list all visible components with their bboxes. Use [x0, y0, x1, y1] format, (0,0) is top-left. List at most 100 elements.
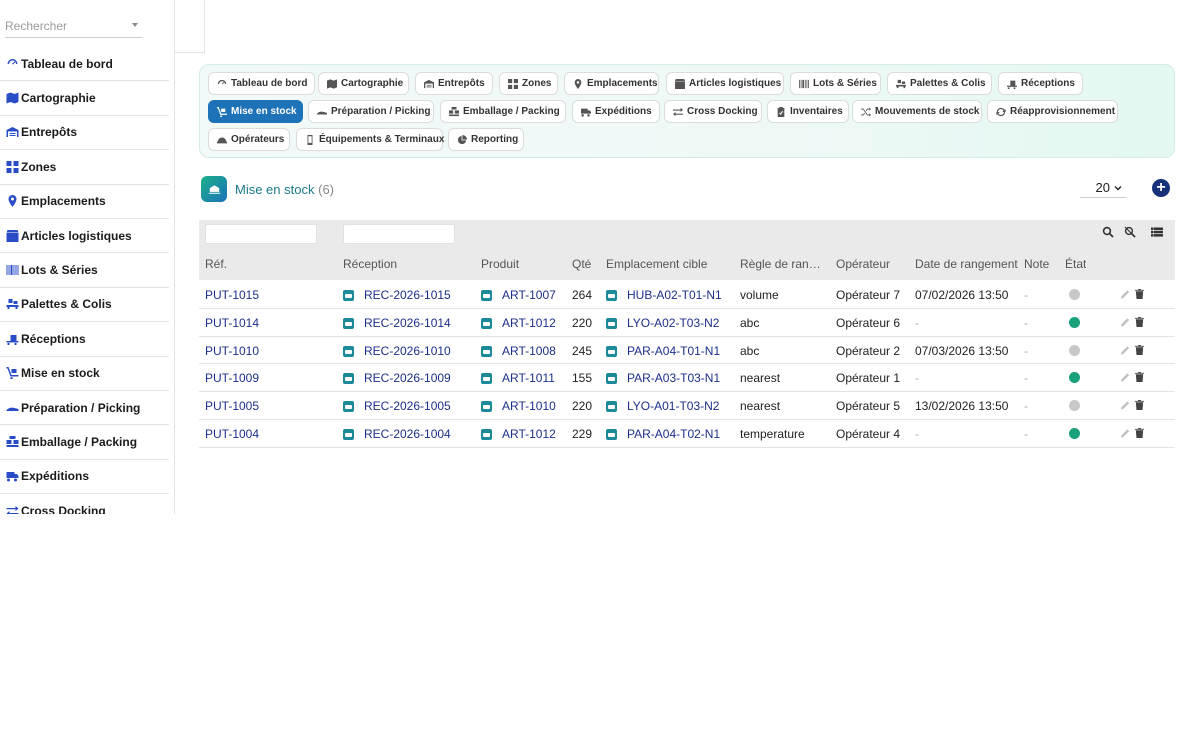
produit-cell[interactable]: ART-1007 [481, 288, 556, 302]
clear-filter-icon[interactable] [1124, 226, 1136, 238]
add-button[interactable]: + [1152, 179, 1170, 197]
ref-link[interactable]: PUT-1004 [205, 427, 259, 441]
edit-icon[interactable] [1120, 427, 1131, 439]
reception-link[interactable]: REC-2026-1015 [364, 288, 451, 302]
emplacement-link[interactable]: PAR-A03-T03-N1 [627, 371, 720, 385]
filter-ref-input[interactable] [205, 224, 317, 244]
col-qte-header[interactable]: Qté [572, 257, 591, 271]
col-note-header[interactable]: Note [1024, 257, 1049, 271]
produit-link[interactable]: ART-1008 [502, 344, 556, 358]
sidebar-item-expeditions[interactable]: Expéditions [0, 460, 169, 495]
produit-link[interactable]: ART-1012 [502, 427, 556, 441]
table-row[interactable]: PUT-1010 REC-2026-1010 ART-1008 245 PAR-A04-… [199, 337, 1175, 365]
sidebar-item-preparation-picking[interactable]: Préparation / Picking [0, 391, 169, 426]
table-row[interactable]: PUT-1009 REC-2026-1009 ART-1011 155 PAR-A03-… [199, 364, 1175, 393]
tab-expeditions[interactable]: Expéditions [572, 100, 660, 123]
tab-equipements-terminaux[interactable]: Équipements & Terminaux [296, 128, 444, 151]
chevron-down-icon[interactable] [132, 23, 138, 27]
emplacement-link[interactable]: LYO-A01-T03-N2 [627, 399, 719, 413]
sidebar-item-lots-series[interactable]: Lots & Séries [0, 253, 169, 288]
tab-cartographie[interactable]: Cartographie [318, 72, 409, 95]
tab-emplacements[interactable]: Emplacements [564, 72, 659, 95]
trash-icon[interactable] [1134, 427, 1145, 439]
trash-icon[interactable] [1134, 371, 1145, 383]
sidebar-search-input[interactable] [5, 15, 125, 37]
search-icon[interactable] [1102, 226, 1114, 238]
reception-link[interactable]: REC-2026-1005 [364, 399, 451, 413]
trash-icon[interactable] [1134, 316, 1145, 328]
reception-cell[interactable]: REC-2026-1015 [343, 288, 451, 302]
edit-icon[interactable] [1120, 344, 1131, 356]
tab-receptions[interactable]: Réceptions [998, 72, 1083, 95]
produit-link[interactable]: ART-1012 [502, 316, 556, 330]
reception-cell[interactable]: REC-2026-1014 [343, 316, 451, 330]
ref-link[interactable]: PUT-1014 [205, 316, 259, 330]
sidebar-search[interactable] [5, 15, 142, 38]
trash-icon[interactable] [1134, 288, 1145, 300]
emplacement-cell[interactable]: LYO-A02-T03-N2 [606, 316, 719, 330]
edit-icon[interactable] [1120, 399, 1131, 411]
col-regle-header[interactable]: Règle de rangement [740, 257, 824, 271]
produit-cell[interactable]: ART-1011 [481, 371, 555, 385]
edit-icon[interactable] [1120, 371, 1131, 383]
table-row[interactable]: PUT-1014 REC-2026-1014 ART-1012 220 LYO-A02-… [199, 309, 1175, 337]
ref-link[interactable]: PUT-1005 [205, 399, 259, 413]
tab-mouvements-de-stock[interactable]: Mouvements de stock [852, 100, 982, 123]
emplacement-link[interactable]: HUB-A02-T01-N1 [627, 288, 722, 302]
ref-link[interactable]: PUT-1010 [205, 344, 259, 358]
tab-articles-logistiques[interactable]: Articles logistiques [666, 72, 784, 95]
tab-cross-docking[interactable]: Cross Docking [664, 100, 762, 123]
tab-reapprovisionnement[interactable]: Réapprovisionnement [987, 100, 1118, 123]
col-reception-header[interactable]: Réception [343, 257, 397, 271]
sidebar-item-emplacements[interactable]: Emplacements [0, 185, 169, 219]
trash-icon[interactable] [1134, 344, 1145, 356]
emplacement-cell[interactable]: HUB-A02-T01-N1 [606, 288, 722, 302]
col-emplacement-header[interactable]: Emplacement cible [606, 257, 707, 271]
emplacement-link[interactable]: PAR-A04-T01-N1 [627, 344, 720, 358]
col-operateur-header[interactable]: Opérateur [836, 257, 890, 271]
list-view-icon[interactable] [1151, 226, 1163, 238]
sidebar-item-cartographie[interactable]: Cartographie [0, 81, 169, 116]
reception-link[interactable]: REC-2026-1014 [364, 316, 451, 330]
col-date-header[interactable]: Date de rangement [915, 257, 1018, 271]
produit-cell[interactable]: ART-1010 [481, 399, 556, 413]
emplacement-link[interactable]: LYO-A02-T03-N2 [627, 316, 719, 330]
edit-icon[interactable] [1120, 316, 1131, 328]
reception-cell[interactable]: REC-2026-1004 [343, 427, 451, 441]
tab-reporting[interactable]: Reporting [448, 128, 524, 151]
ref-link[interactable]: PUT-1015 [205, 288, 259, 302]
table-row[interactable]: PUT-1015 REC-2026-1015 ART-1007 264 HUB-A02-… [199, 281, 1175, 309]
reception-link[interactable]: REC-2026-1010 [364, 344, 451, 358]
sidebar-item-palettes-colis[interactable]: Palettes & Colis [0, 288, 169, 323]
reception-link[interactable]: REC-2026-1009 [364, 371, 451, 385]
col-ref-header[interactable]: Réf. [205, 257, 227, 271]
emplacement-cell[interactable]: LYO-A01-T03-N2 [606, 399, 719, 413]
tab-zones[interactable]: Zones [499, 72, 558, 95]
produit-link[interactable]: ART-1011 [502, 371, 555, 385]
produit-link[interactable]: ART-1010 [502, 399, 556, 413]
filter-reception-input[interactable] [343, 224, 455, 244]
table-row[interactable]: PUT-1005 REC-2026-1005 ART-1010 220 LYO-A01-… [199, 392, 1175, 420]
tab-emballage-packing[interactable]: Emballage / Packing [440, 100, 566, 123]
produit-cell[interactable]: ART-1008 [481, 344, 556, 358]
reception-cell[interactable]: REC-2026-1009 [343, 371, 451, 385]
reception-cell[interactable]: REC-2026-1005 [343, 399, 451, 413]
edit-icon[interactable] [1120, 288, 1131, 300]
sidebar-item-receptions[interactable]: Réceptions [0, 322, 169, 357]
emplacement-link[interactable]: PAR-A04-T02-N1 [627, 427, 720, 441]
sidebar-item-articles-logistiques[interactable]: Articles logistiques [0, 219, 169, 254]
tab-operateurs[interactable]: Opérateurs [208, 128, 290, 151]
tab-palettes-colis[interactable]: Palettes & Colis [887, 72, 992, 95]
page-size-select[interactable]: 20 [1080, 178, 1126, 198]
sidebar-item-tableau-de-bord[interactable]: Tableau de bord [0, 47, 169, 82]
sidebar-item-entrepots[interactable]: Entrepôts [0, 116, 169, 151]
produit-link[interactable]: ART-1007 [502, 288, 556, 302]
tab-lots-series[interactable]: Lots & Séries [790, 72, 881, 95]
tab-entrepots[interactable]: Entrepôts [415, 72, 493, 95]
sidebar-item-cross-docking[interactable]: Cross Docking [0, 494, 169, 514]
reception-cell[interactable]: REC-2026-1010 [343, 344, 451, 358]
tab-tableau-de-bord[interactable]: Tableau de bord [208, 72, 315, 95]
sidebar-item-mise-en-stock[interactable]: Mise en stock [0, 357, 169, 391]
reception-link[interactable]: REC-2026-1004 [364, 427, 451, 441]
tab-preparation-picking[interactable]: Préparation / Picking [308, 100, 434, 123]
